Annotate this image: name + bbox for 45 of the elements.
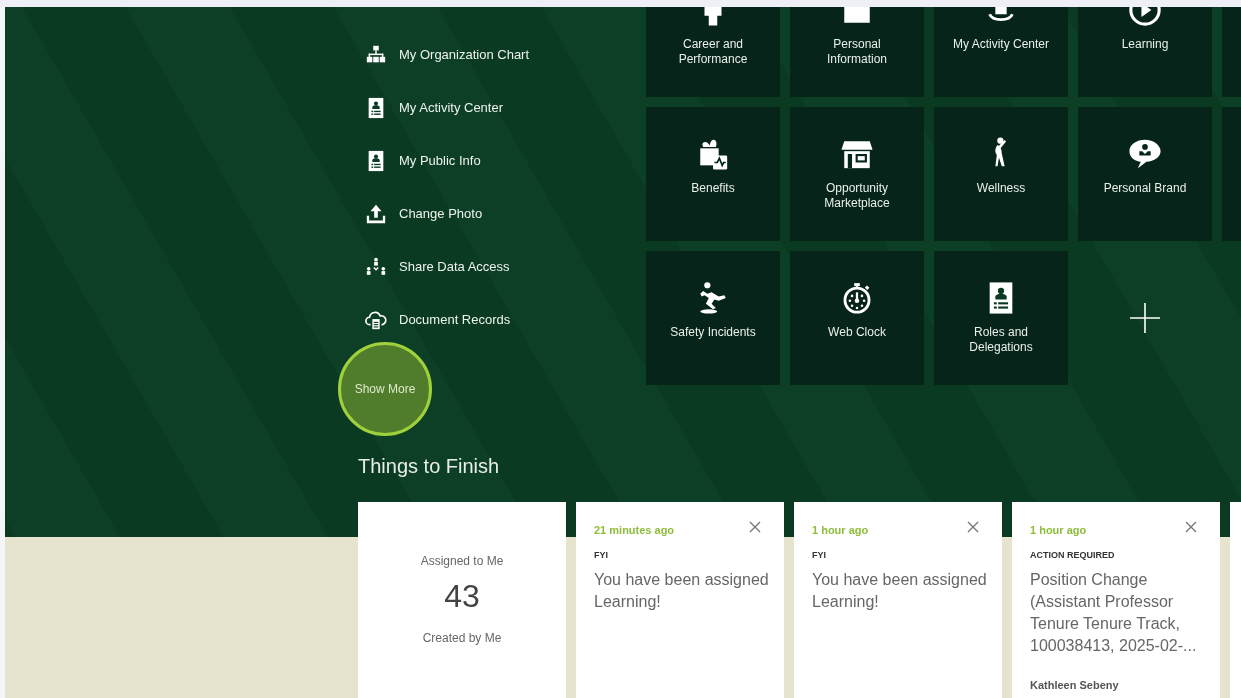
app-tile[interactable]: Benefits [646, 107, 780, 241]
close-icon [748, 520, 762, 534]
upload-icon [365, 202, 387, 225]
task-message: Position Change (Assistant Professor Tenure Tenure Track, 100038413, 2025-02-... [1030, 570, 1198, 656]
stretching-figure-icon [993, 137, 1009, 167]
task-time: 1 hour ago [1030, 524, 1087, 536]
people-network-icon [365, 255, 387, 278]
show-more-button[interactable]: Show More [338, 342, 432, 436]
quick-action-link[interactable]: My Activity Center [358, 81, 646, 134]
task-category: ACTION REQUIRED [1030, 550, 1116, 560]
close-button[interactable] [748, 520, 762, 534]
task-card[interactable]: 1 hour ago ACTION REQUIRED Position Change (Assistant Professor Tenure Tenure Track, 100038413, 2025-02-... Kathleen Sebeny [1012, 502, 1220, 698]
app-tile[interactable]: Personal Brand [1078, 107, 1212, 241]
section-title: Things to Finish [358, 454, 501, 479]
task-category: FYI [594, 550, 609, 560]
quick-action-link[interactable]: Share Data Access [358, 240, 646, 293]
task-card[interactable]: 1 hour ago FYI You have been assigned Learning! [794, 502, 1002, 698]
plus-icon [1129, 302, 1161, 334]
app-tile[interactable]: Career and Performance [646, 7, 780, 97]
task-time: 1 hour ago [812, 524, 869, 536]
quick-action-link[interactable]: Change Photo [358, 187, 646, 240]
close-icon [966, 520, 980, 534]
app-tile[interactable]: Personal Information [790, 7, 924, 97]
task-message: You have been assigned Learning! [812, 570, 988, 612]
task-card[interactable]: 21 minutes ago FYI You have been assigned Learning! [576, 502, 784, 698]
app-tile[interactable]: Safety Incidents [646, 251, 780, 385]
summary-label: Assigned to Me [420, 554, 504, 568]
app-tile[interactable]: My Activity Center [934, 7, 1068, 97]
app-tile[interactable]: Opportunity Marketplace [790, 107, 924, 241]
app-tile[interactable]: Learning [1078, 7, 1212, 97]
speech-bubble-icon [1128, 137, 1162, 171]
close-button[interactable] [1184, 520, 1198, 534]
close-icon [1184, 520, 1198, 534]
summary-count[interactable]: 43 [444, 578, 480, 615]
close-button[interactable] [966, 520, 980, 534]
task-author: Kathleen Sebeny [1030, 679, 1120, 691]
quick-action-link[interactable]: My Public Info [358, 134, 646, 187]
task-category: FYI [812, 550, 827, 560]
task-time: 21 minutes ago [594, 524, 675, 536]
quick-action-link[interactable]: My Organization Chart [358, 28, 646, 81]
app-tile[interactable]: Wellness [934, 107, 1068, 241]
app-tile[interactable]: Roles and Delegations [934, 251, 1068, 385]
app-tile[interactable]: Web Clock [790, 251, 924, 385]
summary-label: Created by Me [422, 631, 502, 645]
task-message: You have been assigned Learning! [594, 570, 770, 612]
